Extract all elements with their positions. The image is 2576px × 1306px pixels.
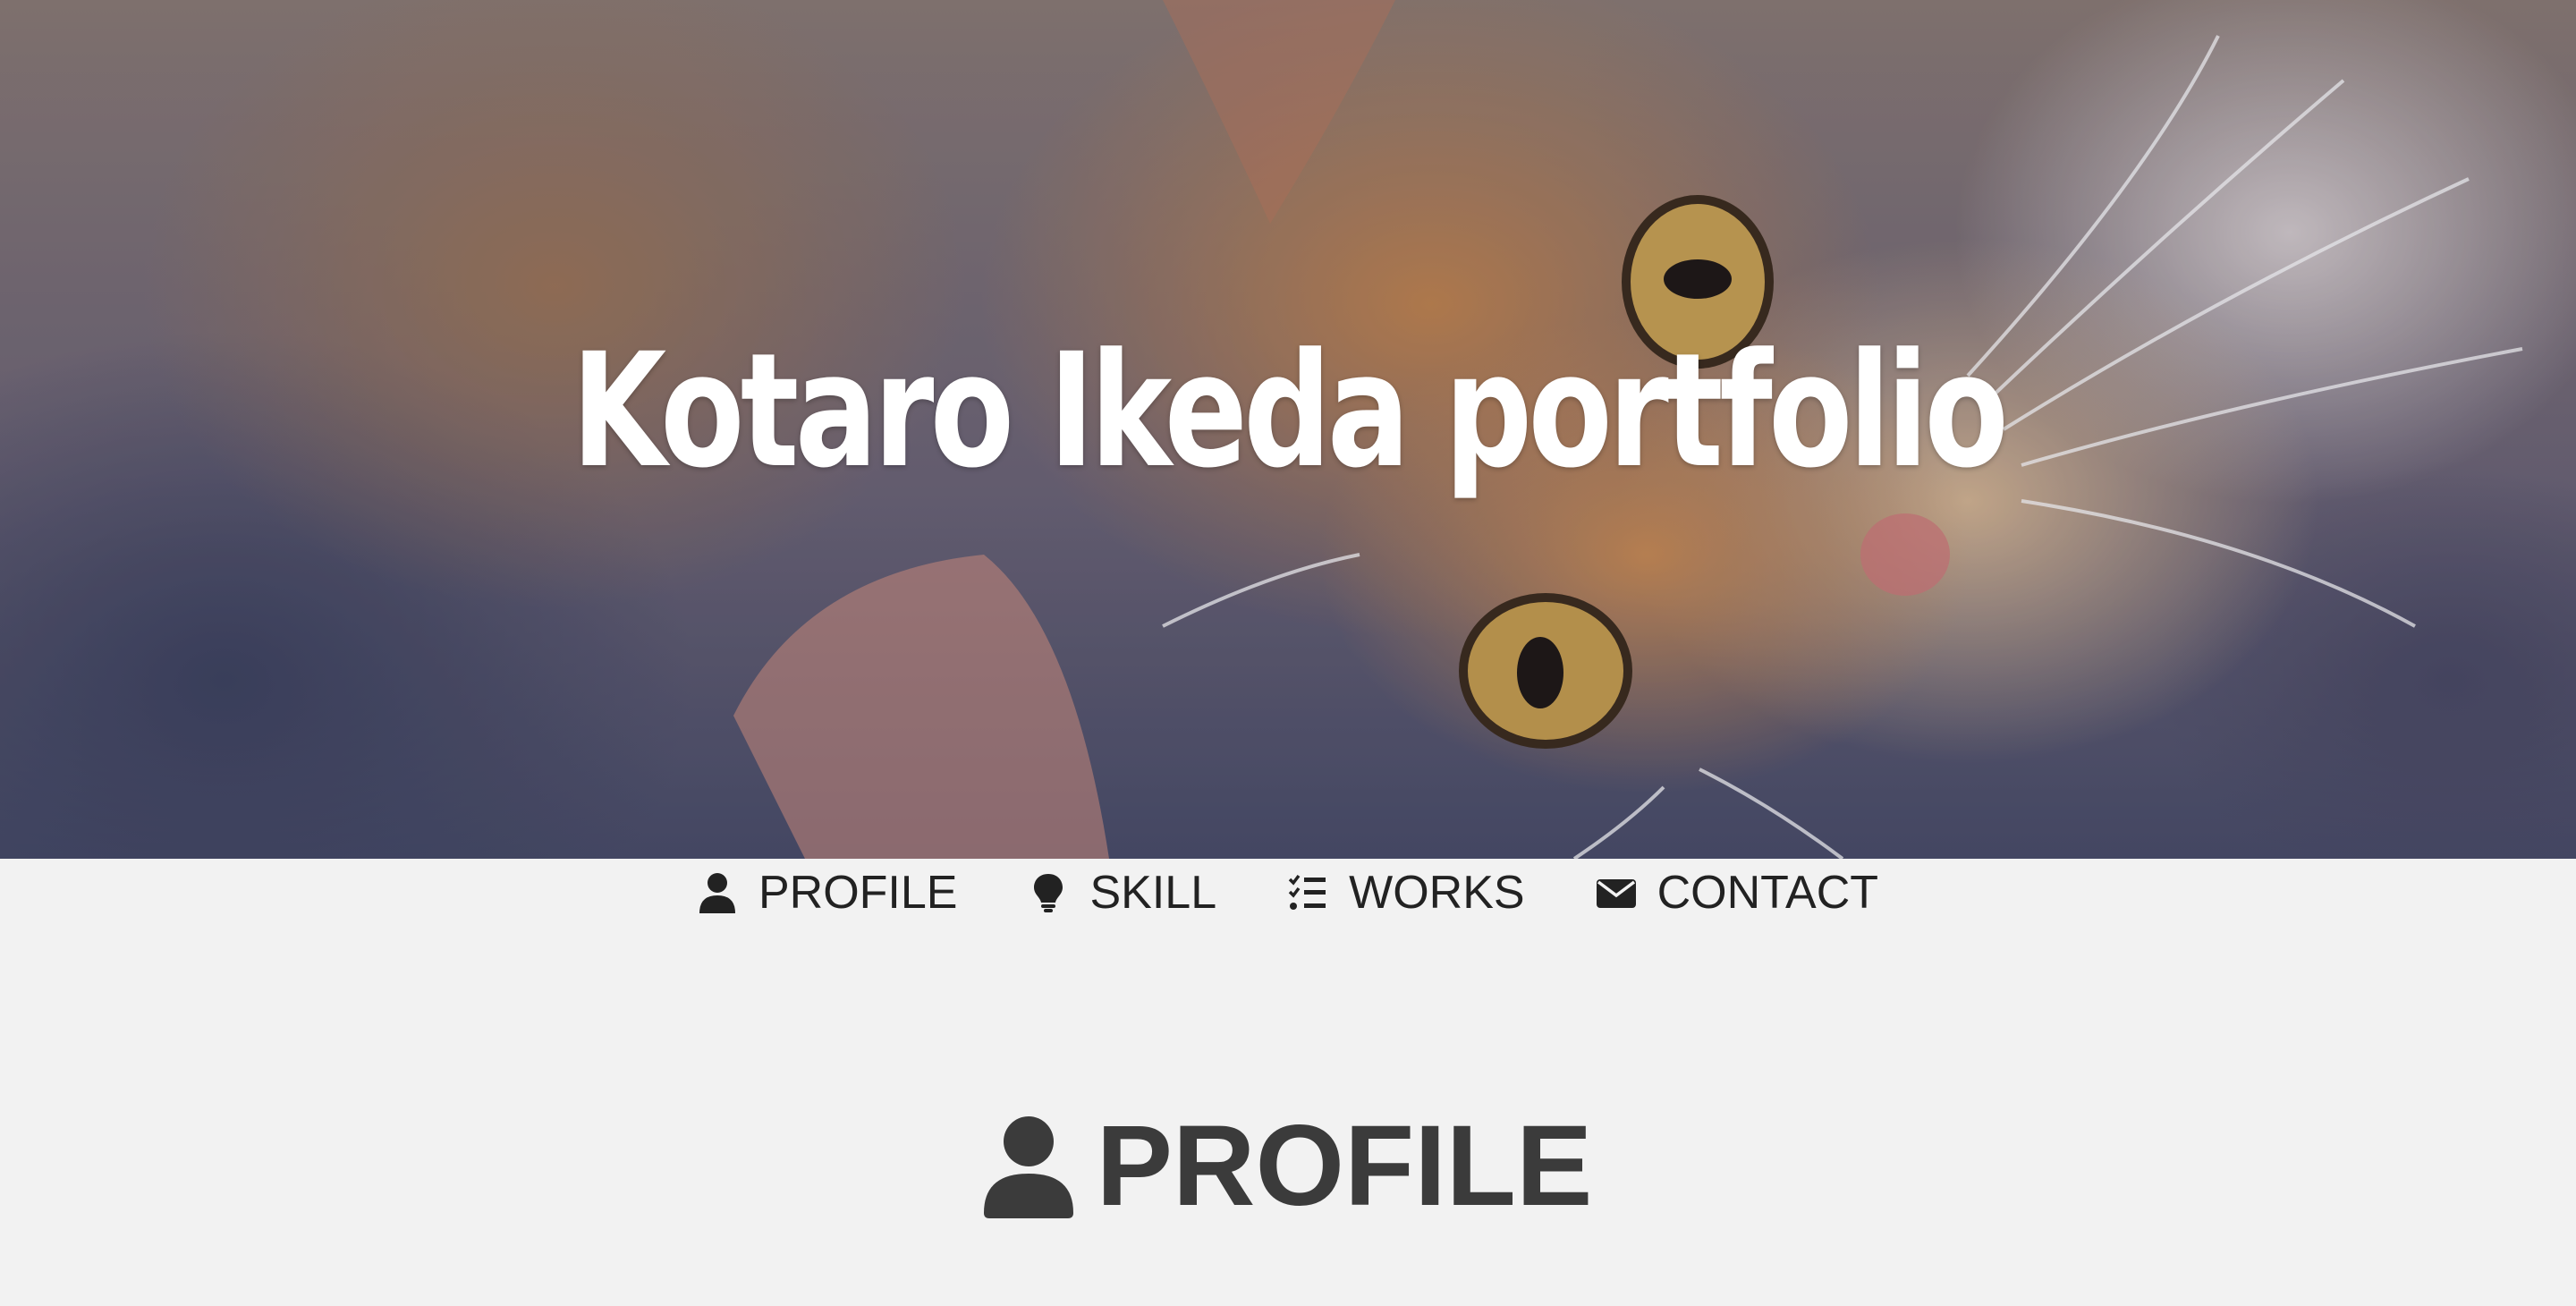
site-title: Kotaro Ikeda portfolio [571,319,2009,503]
nav-item-skill[interactable]: SKILL [1029,866,1216,920]
user-icon [698,872,737,913]
section-title: PROFILE [0,1100,2576,1232]
section-title-label: PROFILE [1096,1102,1593,1230]
nav-item-label: PROFILE [758,867,958,919]
nav-item-label: CONTACT [1657,867,1879,919]
nav-item-label: SKILL [1089,867,1217,919]
nav-item-label: WORKS [1349,867,1525,919]
tasks-list-icon [1288,872,1327,913]
nav-item-contact[interactable]: CONTACT [1596,866,1879,920]
envelope-icon [1596,872,1636,913]
hero-banner: Kotaro Ikeda portfolio [0,0,2576,859]
lightbulb-icon [1029,872,1068,913]
nav-item-profile[interactable]: PROFILE [698,866,958,920]
main-nav: PROFILE SKILL WORKS CONTACT [0,859,2576,927]
user-icon [983,1115,1073,1218]
nav-item-works[interactable]: WORKS [1288,866,1525,920]
